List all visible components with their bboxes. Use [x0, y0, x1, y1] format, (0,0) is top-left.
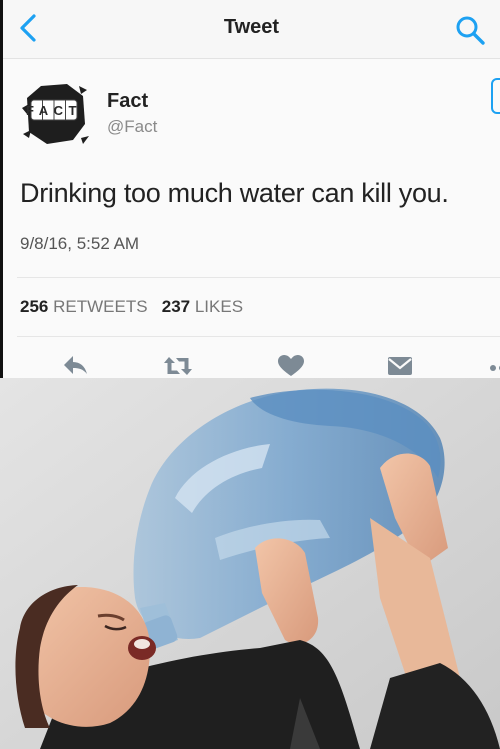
action-bar — [3, 348, 500, 378]
likes-label[interactable]: LIKES — [195, 297, 243, 316]
avatar-logo-text: FACT — [26, 103, 82, 118]
meme-photo — [0, 378, 500, 749]
retweets-label[interactable]: RETWEETS — [53, 297, 147, 316]
follow-button[interactable] — [491, 78, 500, 114]
search-icon[interactable] — [453, 14, 489, 51]
tweet-panel: Tweet FACT Fact @Fact Drinking too much … — [0, 0, 500, 378]
tweet-text: Drinking too much water can kill you. — [20, 178, 449, 208]
nav-bar: Tweet — [3, 0, 500, 59]
user-name[interactable]: Fact — [107, 90, 148, 113]
tweet-timestamp: 9/8/16, 5:52 AM — [20, 234, 140, 253]
nav-title: Tweet — [223, 16, 280, 38]
avatar[interactable]: FACT — [19, 78, 89, 148]
retweets-count[interactable]: 256 — [20, 297, 48, 316]
user-handle[interactable]: @Fact — [107, 117, 157, 137]
divider — [17, 277, 500, 278]
divider — [17, 336, 500, 337]
likes-count[interactable]: 237 — [162, 297, 190, 316]
tweet-stats: 256 RETWEETS 237 LIKES — [20, 297, 243, 317]
